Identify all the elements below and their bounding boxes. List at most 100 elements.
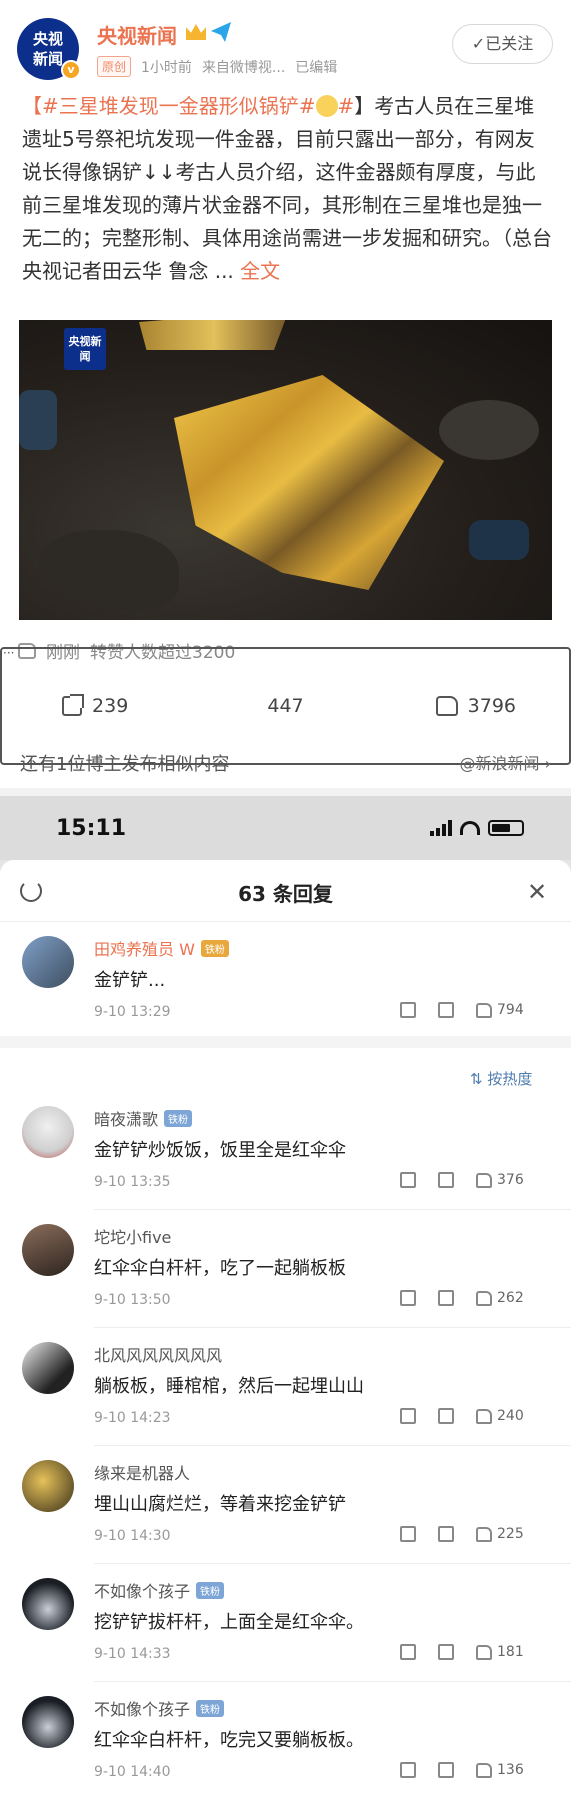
signal-icon — [430, 820, 452, 836]
fan-badge: 铁粉 — [196, 1581, 225, 1599]
hashtag-link[interactable]: 【#三星堆发现一金器形似锅铲# — [22, 94, 316, 118]
comment-author[interactable]: 北风风风风风风风 — [94, 1342, 222, 1366]
thumbs-up-icon — [476, 1172, 492, 1188]
follow-button[interactable]: ✓已关注 — [452, 24, 553, 64]
sheet-header: 63 条回复 ✕ — [0, 860, 571, 922]
author-avatar[interactable]: 央视新闻 v — [17, 18, 81, 80]
comment-author-name: 坨坨小five — [94, 1228, 172, 1247]
original-tag: 原创 — [97, 56, 132, 77]
comment-author-name: 北风风风风风风风 — [94, 1346, 223, 1365]
comment-actions: 262 — [400, 1290, 524, 1306]
share-icon[interactable] — [400, 1002, 416, 1018]
photo-gold-artifact — [174, 375, 444, 590]
like-count: 376 — [497, 1172, 524, 1188]
comment-time: 9-10 14:40 — [94, 1764, 171, 1780]
comment-icon[interactable] — [438, 1002, 454, 1018]
paper-plane-icon — [211, 22, 231, 42]
share-icon[interactable] — [400, 1762, 416, 1778]
comment-time: 9-10 14:23 — [94, 1410, 171, 1426]
comment-icon[interactable] — [438, 1644, 454, 1660]
list-item: 北风风风风风风风 躺板板，睡棺棺，然后一起埋山山 9-10 14:23 240 — [0, 1328, 571, 1446]
share-icon[interactable] — [400, 1172, 416, 1188]
comment-icon[interactable] — [438, 1290, 454, 1306]
post-source[interactable]: 来自微博视... — [202, 57, 285, 77]
list-item: 坨坨小five 红伞伞白杆杆，吃了一起躺板板 9-10 13:50 262 — [0, 1210, 571, 1328]
share-icon[interactable] — [400, 1290, 416, 1306]
comment-button[interactable]: 447 — [0, 646, 571, 765]
comment-author[interactable]: 坨坨小five — [94, 1224, 171, 1248]
thumbs-up-icon — [476, 1002, 492, 1018]
comment-author-name: 田鸡养殖员 W — [94, 940, 195, 959]
comment-author[interactable]: 不如像个孩子 铁粉 — [94, 1696, 225, 1720]
author-name[interactable]: 央视新闻 — [97, 20, 177, 49]
photo-soil — [39, 530, 179, 610]
expand-full-text-link[interactable]: 全文 — [240, 259, 280, 283]
avatar[interactable] — [22, 1460, 74, 1512]
comment-icon[interactable] — [438, 1526, 454, 1542]
comment-author[interactable]: 不如像个孩子 铁粉 — [94, 1578, 225, 1602]
similar-content-row[interactable]: 还有1位博主发布相似内容 @新浪新闻 › — [20, 750, 551, 776]
like-count: 136 — [497, 1762, 524, 1778]
comment-time: 9-10 13:50 — [94, 1292, 171, 1308]
sort-icon: ⇅ — [470, 1070, 488, 1088]
similar-source-link[interactable]: @新浪新闻 › — [460, 750, 552, 776]
like-count: 794 — [497, 1002, 524, 1018]
comment-actions: 240 — [400, 1408, 524, 1424]
thumbs-up-icon — [476, 1526, 492, 1542]
share-icon[interactable] — [400, 1408, 416, 1424]
like-button[interactable]: 376 — [476, 1172, 524, 1188]
like-count: 240 — [497, 1408, 524, 1424]
avatar[interactable] — [22, 936, 74, 988]
comment-text: 躺板板，睡棺棺，然后一起埋山山 — [94, 1376, 364, 1397]
like-button[interactable]: 240 — [476, 1408, 524, 1424]
comment-actions: 794 — [400, 1002, 524, 1018]
photo-cover — [19, 390, 57, 450]
pinned-comment: 田鸡养殖员 W 铁粉 金铲铲... 9-10 13:29 794 — [0, 922, 571, 1036]
avatar[interactable] — [22, 1696, 74, 1748]
comment-time: 9-10 13:29 — [94, 1004, 171, 1020]
comment-text: 红伞伞白杆杆，吃完又要躺板板。 — [94, 1730, 364, 1751]
crown-icon — [186, 24, 206, 40]
comment-author[interactable]: 缘来是机器人 — [94, 1460, 190, 1484]
comment-author-name: 不如像个孩子 — [94, 1582, 191, 1601]
list-item: 不如像个孩子 铁粉 挖铲铲拔杆杆，上面全是红伞伞。 9-10 14:33 181 — [0, 1564, 571, 1682]
avatar[interactable] — [22, 1342, 74, 1394]
share-icon[interactable] — [400, 1644, 416, 1660]
sheet-title: 63 条回复 — [238, 882, 333, 906]
comment-icon[interactable] — [438, 1172, 454, 1188]
comment-time: 9-10 13:35 — [94, 1174, 171, 1190]
comment-text: 埋山山腐烂烂，等着来挖金铲铲 — [94, 1494, 346, 1515]
comment-actions: 181 — [400, 1644, 524, 1660]
comment-author[interactable]: 暗夜潇歌 铁粉 — [94, 1106, 193, 1130]
verified-icon: v — [61, 60, 81, 80]
thumbs-up-icon — [476, 1644, 492, 1660]
avatar[interactable] — [22, 1578, 74, 1630]
like-button[interactable]: 225 — [476, 1526, 524, 1542]
comment-author[interactable]: 田鸡养殖员 W 铁粉 — [94, 936, 229, 960]
like-button[interactable]: 136 — [476, 1762, 524, 1778]
list-item: 缘来是机器人 埋山山腐烂烂，等着来挖金铲铲 9-10 14:30 225 — [0, 1446, 571, 1564]
like-button[interactable]: 181 — [476, 1644, 524, 1660]
comment-text: 金铲铲... — [94, 970, 166, 991]
hashtag-end: # — [337, 94, 355, 118]
like-count: 225 — [497, 1526, 524, 1542]
close-icon[interactable]: ✕ — [527, 878, 547, 906]
comment-icon[interactable] — [438, 1762, 454, 1778]
comment-time: 9-10 14:30 — [94, 1528, 171, 1544]
like-button[interactable]: 262 — [476, 1290, 524, 1306]
post-actions: 239 447 3796 — [0, 646, 571, 765]
post-photo[interactable]: 央视新闻 — [19, 320, 552, 620]
share-icon[interactable] — [400, 1526, 416, 1542]
comment-actions: 136 — [400, 1762, 524, 1778]
like-count: 262 — [497, 1290, 524, 1306]
list-item: 暗夜潇歌 铁粉 金铲铲炒饭饭，饭里全是红伞伞 9-10 13:35 376 — [0, 1092, 571, 1210]
status-time: 15:11 — [56, 816, 127, 841]
status-bar: 15:11 — [0, 796, 571, 860]
avatar[interactable] — [22, 1106, 74, 1158]
sort-by-hot-button[interactable]: ⇅ 按热度 — [470, 1068, 532, 1089]
like-button[interactable]: 794 — [476, 1002, 524, 1018]
comment-text: 挖铲铲拔杆杆，上面全是红伞伞。 — [94, 1612, 364, 1633]
comment-icon[interactable] — [438, 1408, 454, 1424]
avatar[interactable] — [22, 1224, 74, 1276]
sort-label: 按热度 — [487, 1070, 533, 1088]
